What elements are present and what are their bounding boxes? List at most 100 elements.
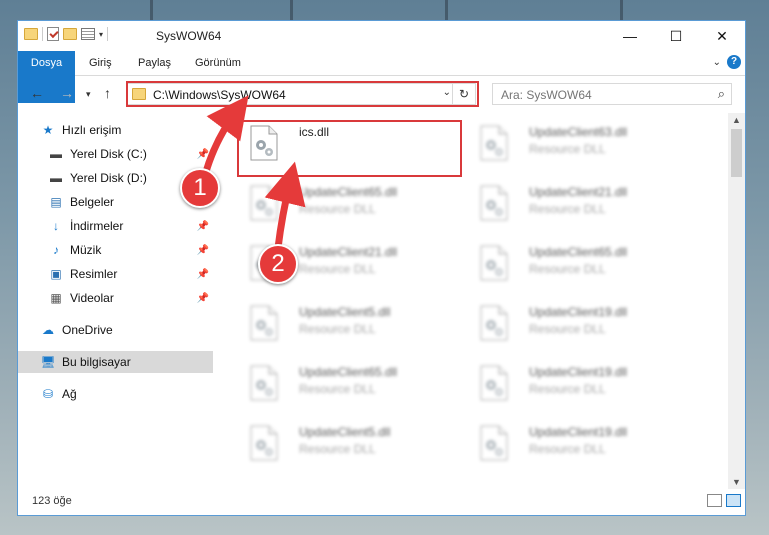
minimize-button[interactable]: — xyxy=(607,21,653,51)
refresh-icon[interactable]: ↻ xyxy=(452,84,475,104)
address-folder-icon xyxy=(132,88,146,100)
back-arrow-icon[interactable]: ← xyxy=(30,85,44,101)
search-input[interactable] xyxy=(499,87,703,103)
file-item-ics-dll[interactable]: ics.dll xyxy=(239,117,469,169)
pin-icon[interactable]: 📌 xyxy=(197,221,209,232)
scroll-up-icon[interactable]: ▲ xyxy=(732,115,741,125)
scrollbar-thumb[interactable] xyxy=(731,129,742,177)
sidebar-item-downloads[interactable]: ↓ İndirmeler 📌 xyxy=(18,215,213,237)
dll-file-icon xyxy=(479,365,509,401)
properties-icon[interactable] xyxy=(81,28,95,40)
music-icon: ♪ xyxy=(53,243,59,257)
new-folder-icon[interactable] xyxy=(63,28,77,40)
search-box[interactable]: ⌕ xyxy=(492,83,732,105)
pin-icon[interactable]: 📌 xyxy=(197,269,209,280)
network-icon: ⛁ xyxy=(42,387,54,401)
sidebar-item-quick-access[interactable]: ★ Hızlı erişim xyxy=(18,119,213,141)
file-name: UpdateClient63.dll xyxy=(529,125,628,139)
file-type: Resource DLL xyxy=(299,202,376,216)
sidebar-item-label: Müzik xyxy=(70,243,102,257)
dll-file-icon xyxy=(249,125,279,161)
dll-file-icon xyxy=(249,425,279,461)
sidebar-item-onedrive[interactable]: ☁ OneDrive xyxy=(18,319,213,341)
sidebar-item-label: Belgeler xyxy=(70,195,115,209)
pin-icon[interactable]: 📌 xyxy=(197,293,209,304)
address-bar[interactable]: C:\Windows\SysWOW64 ⌄ ↻ xyxy=(126,83,476,105)
pin-icon[interactable]: 📌 xyxy=(197,245,209,256)
picture-icon: ▣ xyxy=(50,267,62,281)
file-item[interactable]: UpdateClient19.dll Resource DLL xyxy=(469,297,699,349)
dll-file-icon xyxy=(479,305,509,341)
file-type: Resource DLL xyxy=(529,142,606,156)
sidebar-item-label: Videolar xyxy=(70,291,114,305)
status-bar: 123 öğe xyxy=(18,489,745,515)
sidebar-item-videos[interactable]: ▦ Videolar 📌 xyxy=(18,287,213,309)
sidebar-item-pictures[interactable]: ▣ Resimler 📌 xyxy=(18,263,213,285)
address-path[interactable]: C:\Windows\SysWOW64 xyxy=(153,88,286,102)
dll-file-icon xyxy=(249,185,279,221)
tab-view[interactable]: Görünüm xyxy=(195,51,241,75)
pin-icon[interactable]: 📌 xyxy=(197,149,209,160)
sidebar-item-this-pc[interactable]: 🖥 Bu bilgisayar xyxy=(18,351,213,373)
sidebar-item-label: Resimler xyxy=(70,267,118,281)
tiles-view-icon[interactable] xyxy=(726,494,741,507)
file-item[interactable]: UpdateClient19.dll Resource DLL xyxy=(469,417,699,469)
file-type: Resource DLL xyxy=(529,202,606,216)
file-name: UpdateClient21.dll xyxy=(529,185,628,199)
file-name: UpdateClient19.dll xyxy=(529,305,628,319)
up-arrow-icon[interactable]: ↑ xyxy=(104,85,111,101)
sidebar-item-drive-c[interactable]: ▬ Yerel Disk (C:) 📌 xyxy=(18,143,213,165)
file-item[interactable]: UpdateClient5.dll Resource DLL xyxy=(239,297,469,349)
folder-icon xyxy=(24,28,38,40)
recent-locations-icon[interactable]: ▾ xyxy=(86,89,91,100)
step-1-badge: 1 xyxy=(180,168,220,208)
file-item[interactable]: UpdateClient65.dll Resource DLL xyxy=(239,177,469,229)
file-name: UpdateClient5.dll xyxy=(299,305,391,319)
file-type: Resource DLL xyxy=(299,322,376,336)
tab-home[interactable]: Giriş xyxy=(89,51,112,75)
file-item[interactable]: UpdateClient21.dll Resource DLL xyxy=(469,177,699,229)
file-item[interactable]: UpdateClient65.dll Resource DLL xyxy=(469,237,699,289)
tab-share[interactable]: Paylaş xyxy=(138,51,171,75)
vertical-scrollbar[interactable]: ▲ ▼ xyxy=(728,113,745,489)
forward-arrow-icon[interactable]: → xyxy=(60,85,74,101)
address-dropdown-icon[interactable]: ⌄ xyxy=(443,87,451,98)
title-bar: ▾ SysWOW64 — ☐ ✕ xyxy=(18,21,745,51)
file-type: Resource DLL xyxy=(299,382,376,396)
file-list: ics.dll UpdateClient63.dll Resource DLL Upd… xyxy=(223,113,728,493)
file-item[interactable]: UpdateClient65.dll Resource DLL xyxy=(239,357,469,409)
file-item[interactable]: UpdateClient5.dll Resource DLL xyxy=(239,417,469,469)
file-name: UpdateClient65.dll xyxy=(299,365,398,379)
help-icon[interactable]: ? xyxy=(727,55,741,69)
expand-ribbon-icon[interactable]: ⌄ xyxy=(713,57,721,68)
dll-file-icon xyxy=(249,305,279,341)
sidebar-item-label: Yerel Disk (C:) xyxy=(70,147,147,161)
file-name: UpdateClient65.dll xyxy=(529,245,628,259)
dll-file-icon xyxy=(479,245,509,281)
background-pole xyxy=(620,0,623,20)
window-controls: — ☐ ✕ xyxy=(607,21,745,51)
background-pole xyxy=(445,0,448,20)
maximize-button[interactable]: ☐ xyxy=(653,21,699,51)
file-type: Resource DLL xyxy=(529,442,606,456)
sidebar-item-label: Ağ xyxy=(62,387,77,401)
sidebar-item-music[interactable]: ♪ Müzik 📌 xyxy=(18,239,213,261)
file-name: ics.dll xyxy=(299,125,330,139)
navigation-bar: ← → ▾ ↑ C:\Windows\SysWOW64 ⌄ ↻ ⌕ xyxy=(18,79,745,109)
details-view-icon[interactable] xyxy=(707,494,722,507)
file-type: Resource DLL xyxy=(299,442,376,456)
dll-file-icon xyxy=(479,125,509,161)
properties-check-icon[interactable] xyxy=(47,27,59,41)
search-icon[interactable]: ⌕ xyxy=(718,86,725,102)
file-type: Resource DLL xyxy=(299,262,376,276)
file-item[interactable]: UpdateClient63.dll Resource DLL xyxy=(469,117,699,169)
drive-icon: ▬ xyxy=(50,147,62,161)
close-button[interactable]: ✕ xyxy=(699,21,745,51)
file-name: UpdateClient5.dll xyxy=(299,425,391,439)
background-pole xyxy=(290,0,293,20)
customize-toolbar-icon[interactable]: ▾ xyxy=(99,30,103,39)
scroll-down-icon[interactable]: ▼ xyxy=(732,477,741,487)
sidebar-item-network[interactable]: ⛁ Ağ xyxy=(18,383,213,405)
window-title: SysWOW64 xyxy=(156,29,222,43)
file-item[interactable]: UpdateClient19.dll Resource DLL xyxy=(469,357,699,409)
